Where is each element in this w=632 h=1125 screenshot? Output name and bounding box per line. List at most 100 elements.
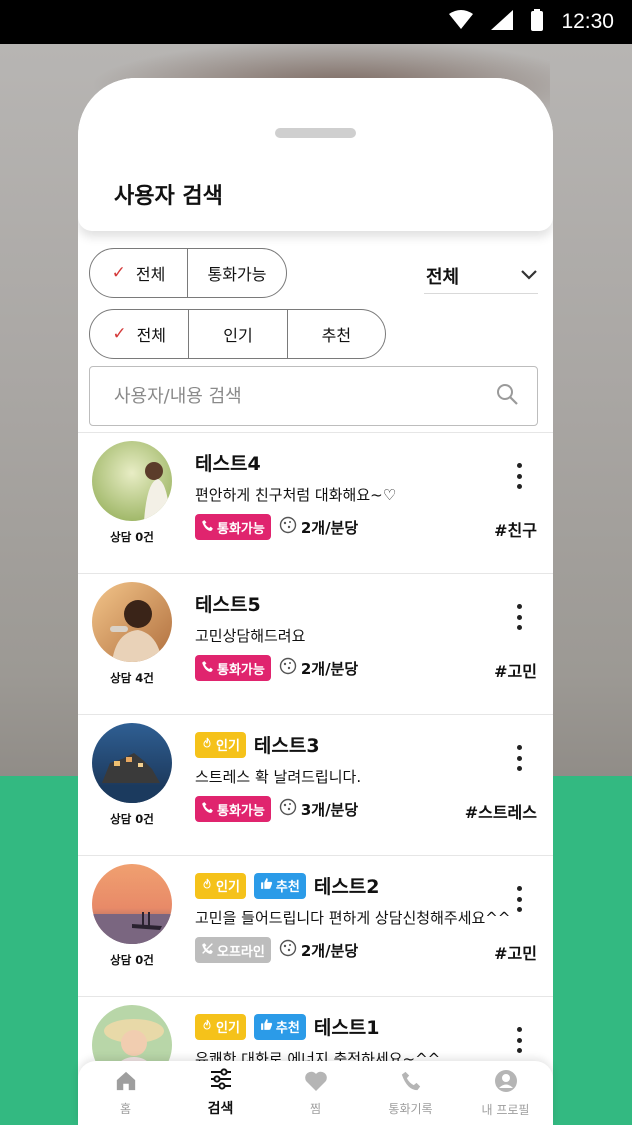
- phone-icon: [201, 519, 214, 536]
- status-label: 통화가능: [217, 662, 265, 678]
- avatar[interactable]: [92, 441, 172, 521]
- more-options-icon[interactable]: [509, 886, 529, 912]
- list-item[interactable]: 상담 0건 인기 테스트3 스트레스 확 날려드립니다. 통화가능 3개/분당: [78, 714, 553, 855]
- user-name: 테스트1: [313, 1017, 380, 1039]
- thumbs-up-icon: [260, 1018, 273, 1035]
- sort-popular[interactable]: 인기: [188, 310, 286, 358]
- meta-row: 통화가능 3개/분당: [195, 796, 358, 822]
- avatar[interactable]: [92, 582, 172, 662]
- call-available-badge: 통화가능: [195, 796, 271, 822]
- page-title: 사용자 검색: [114, 184, 223, 209]
- availability-filter: ✓ 전체 통화가능: [89, 248, 287, 298]
- call-available-badge: 통화가능: [195, 655, 271, 681]
- bottom-navigation: 홈 검색 찜 통화기록 내 프로필: [78, 1061, 553, 1125]
- sort-recommended[interactable]: 추천: [286, 310, 385, 358]
- list-item[interactable]: 상담 0건 인기 추천 테스트2 고민을 들어드립니다 편하게 상담신청해주세요…: [78, 855, 553, 996]
- consult-count: 상담 4건: [110, 671, 154, 685]
- name-row: 인기 테스트3: [195, 731, 320, 758]
- nav-search[interactable]: 검색: [173, 1061, 268, 1125]
- call-available-badge: 통화가능: [195, 514, 271, 540]
- price-label: 2개/분당: [300, 518, 359, 537]
- sort-label: 전체: [136, 326, 167, 345]
- popular-badge: 인기: [195, 731, 246, 758]
- avatar[interactable]: [92, 864, 172, 944]
- badge-label: 인기: [216, 880, 240, 895]
- hashtag[interactable]: #스트레스: [465, 799, 537, 823]
- nav-label: 찜: [309, 1101, 322, 1116]
- sort-filter: ✓ 전체 인기 추천: [89, 309, 386, 359]
- hashtag[interactable]: #친구: [494, 517, 537, 541]
- price: 3개/분당: [279, 798, 358, 820]
- sort-all[interactable]: ✓ 전체: [90, 310, 188, 358]
- name-row: 인기 추천 테스트1: [195, 1013, 380, 1040]
- thumbs-up-icon: [260, 877, 273, 894]
- more-options-icon[interactable]: [509, 745, 529, 771]
- category-dropdown[interactable]: 전체: [424, 258, 538, 294]
- status-bar: 12:30: [0, 0, 632, 44]
- nav-label: 홈: [119, 1101, 132, 1116]
- consult-count: 상담 0건: [110, 812, 154, 826]
- phone-icon: [400, 1070, 422, 1096]
- cookie-icon: [279, 798, 297, 820]
- sort-label: 추천: [321, 326, 352, 345]
- nav-my-profile[interactable]: 내 프로필: [458, 1061, 553, 1125]
- signal-icon: [491, 10, 514, 34]
- price: 2개/분당: [279, 939, 358, 961]
- meta-row: 통화가능 2개/분당: [195, 655, 358, 681]
- search-icon[interactable]: [495, 382, 519, 410]
- fire-icon: [201, 737, 213, 753]
- hashtag[interactable]: #고민: [494, 658, 537, 682]
- avatar[interactable]: [92, 723, 172, 803]
- user-description: 편안하게 친구처럼 대화해요~♡: [195, 486, 397, 504]
- sort-label: 인기: [223, 326, 253, 345]
- nav-label: 통화기록: [388, 1101, 433, 1116]
- home-icon: [115, 1070, 137, 1096]
- search-input[interactable]: [114, 385, 474, 407]
- nav-call-history[interactable]: 통화기록: [363, 1061, 458, 1125]
- hashtag[interactable]: #고민: [494, 940, 537, 964]
- fire-icon: [201, 1019, 213, 1035]
- filter-callable[interactable]: 통화가능: [187, 249, 286, 297]
- cookie-icon: [279, 516, 297, 538]
- price-label: 2개/분당: [300, 941, 359, 960]
- profile-icon: [494, 1069, 518, 1097]
- nav-label: 내 프로필: [481, 1102, 530, 1117]
- filter-all-availability[interactable]: ✓ 전체: [90, 249, 187, 297]
- nav-favorites[interactable]: 찜: [268, 1061, 363, 1125]
- search-sheet: 사용자 검색 ✓ 전체 통화가능 전체 ✓ 전체 인기 추천 사용자/내용 검색…: [78, 78, 553, 1125]
- chevron-down-icon: [520, 266, 538, 285]
- cookie-icon: [279, 657, 297, 679]
- more-options-icon[interactable]: [509, 604, 529, 630]
- nav-home[interactable]: 홈: [78, 1061, 173, 1125]
- dropdown-value: 전체: [426, 266, 460, 288]
- price-label: 2개/분당: [300, 659, 359, 678]
- cookie-icon: [279, 939, 297, 961]
- filter-label: 전체: [135, 265, 166, 284]
- fire-icon: [201, 878, 213, 894]
- user-list: 상담 0건 테스트4 편안하게 친구처럼 대화해요~♡ 통화가능 2개/분당 #…: [78, 432, 553, 1125]
- sheet-header: 사용자 검색: [78, 78, 553, 231]
- status-label: 통화가능: [217, 803, 265, 819]
- status-label: 통화가능: [217, 521, 265, 537]
- consult-count: 상담 0건: [110, 953, 154, 967]
- check-icon: ✓: [112, 324, 127, 344]
- price-label: 3개/분당: [300, 800, 359, 819]
- drag-handle[interactable]: [275, 128, 356, 138]
- search-box: [89, 366, 538, 426]
- phone-off-icon: [201, 942, 214, 959]
- list-item[interactable]: 상담 0건 테스트4 편안하게 친구처럼 대화해요~♡ 통화가능 2개/분당 #…: [78, 432, 553, 573]
- more-options-icon[interactable]: [509, 463, 529, 489]
- meta-row: 오프라인 2개/분당: [195, 937, 358, 963]
- price: 2개/분당: [279, 516, 358, 538]
- user-description: 고민상담해드려요: [195, 627, 306, 645]
- wifi-icon: [449, 10, 474, 34]
- badge-label: 인기: [216, 739, 240, 754]
- consult-count: 상담 0건: [110, 530, 154, 544]
- user-name: 테스트4: [195, 453, 261, 475]
- user-name: 테스트5: [195, 594, 261, 616]
- name-row: 인기 추천 테스트2: [195, 872, 380, 899]
- name-row: 테스트5: [195, 590, 261, 617]
- more-options-icon[interactable]: [509, 1027, 529, 1053]
- user-name: 테스트3: [253, 735, 320, 757]
- list-item[interactable]: 상담 4건 테스트5 고민상담해드려요 통화가능 2개/분당 #고민: [78, 573, 553, 714]
